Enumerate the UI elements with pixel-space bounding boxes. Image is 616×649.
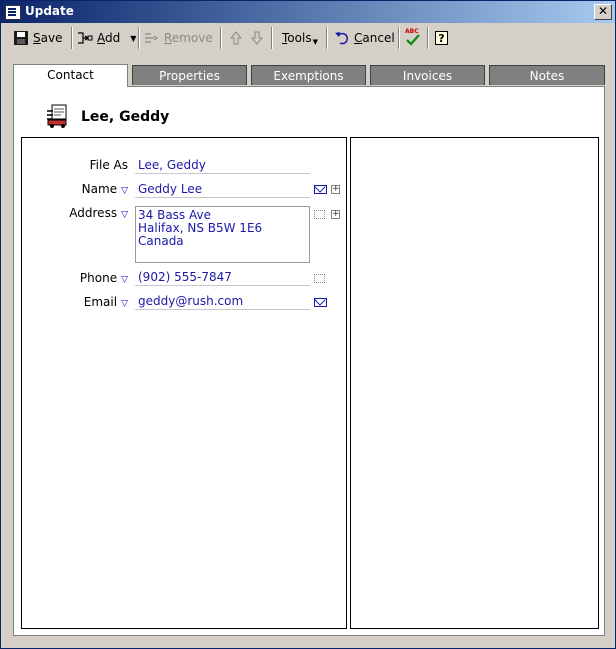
file-as-label: File As <box>89 158 128 172</box>
email-label[interactable]: Email ▽ <box>22 295 128 309</box>
arrow-up-icon <box>228 30 244 46</box>
tools-label: Tools <box>282 31 312 45</box>
address-line: Canada <box>138 234 184 248</box>
remove-label: Remove <box>164 31 213 45</box>
notes-preview-pane <box>350 137 599 629</box>
contact-display-name: Lee, Geddy <box>81 109 170 125</box>
cancel-button[interactable]: Cancel <box>334 27 395 49</box>
add-button[interactable]: Add ▼ <box>77 27 136 49</box>
toolbar-separator <box>71 27 73 49</box>
toolbar-separator <box>271 27 273 49</box>
tab-contact[interactable]: Contact <box>13 64 128 87</box>
tools-dropdown-arrow-icon: ▼ <box>312 38 318 46</box>
email-dropdown-arrow-icon[interactable]: ▽ <box>121 299 128 309</box>
name-dropdown-arrow-icon[interactable]: ▽ <box>121 186 128 196</box>
address-dropdown-arrow-icon[interactable]: ▽ <box>121 210 128 220</box>
phone-dropdown-arrow-icon[interactable]: ▽ <box>121 275 128 285</box>
move-up-button[interactable] <box>228 27 244 49</box>
arrow-down-icon <box>249 30 265 46</box>
name-label[interactable]: Name ▽ <box>22 182 128 196</box>
spell-check-button[interactable]: ABC <box>405 27 421 49</box>
address-label[interactable]: Address ▽ <box>22 206 128 220</box>
toolbar-separator <box>220 27 222 49</box>
remove-link-icon <box>144 30 160 46</box>
help-icon: ? <box>435 31 448 45</box>
add-dropdown-arrow-icon[interactable]: ▼ <box>130 34 136 43</box>
phone-label[interactable]: Phone ▽ <box>22 271 128 285</box>
envelope-icon[interactable] <box>314 185 327 194</box>
save-label: Save <box>33 31 63 45</box>
tab-exemptions[interactable]: Exemptions <box>251 65 366 85</box>
address-checkbox[interactable] <box>314 210 325 219</box>
tools-menu-button[interactable]: Tools ▼ <box>282 27 318 49</box>
tab-notes[interactable]: Notes <box>489 65 605 85</box>
spell-check-icon: ABC <box>405 28 421 46</box>
move-down-button[interactable] <box>249 27 265 49</box>
expand-plus-icon[interactable]: + <box>331 210 340 219</box>
envelope-icon[interactable] <box>314 298 327 307</box>
phone-field[interactable]: (902) 555-7847 <box>135 269 310 286</box>
help-button[interactable]: ? <box>435 27 448 49</box>
add-label: Add <box>97 31 121 45</box>
contact-details-pane: File As Lee, Geddy Name ▽ Geddy Lee + Add… <box>21 137 347 629</box>
cancel-label: Cancel <box>354 31 395 45</box>
toolbar: Save Add ▼ Remove Tools ▼ Cancel ABC ? <box>1 24 615 52</box>
floppy-disk-icon <box>13 30 29 46</box>
expand-plus-icon[interactable]: + <box>331 185 340 194</box>
window-title: Update <box>25 4 74 18</box>
tab-strip: Contact Properties Exemptions Invoices N… <box>13 64 605 87</box>
update-window: Update ✕ Save Add ▼ Remove Tools ▼ Cance… <box>0 0 616 649</box>
toolbar-separator <box>427 27 429 49</box>
toolbar-separator <box>398 27 400 49</box>
add-link-icon <box>77 30 93 46</box>
phone-checkbox[interactable] <box>314 274 325 283</box>
name-field[interactable]: Geddy Lee <box>135 181 310 198</box>
toolbar-separator <box>138 27 140 49</box>
save-button[interactable]: Save <box>13 27 62 49</box>
email-field[interactable]: geddy@rush.com <box>135 293 310 310</box>
address-field[interactable]: 34 Bass Ave Halifax, NS B5W 1E6 Canada <box>135 206 310 263</box>
contact-panel: Lee, Geddy File As Lee, Geddy Name ▽ Gedd… <box>13 86 605 636</box>
remove-button[interactable]: Remove <box>144 27 213 49</box>
title-bar[interactable]: Update ✕ <box>1 1 615 23</box>
toolbar-separator <box>326 27 328 49</box>
app-icon <box>5 5 21 20</box>
close-button[interactable]: ✕ <box>594 4 612 20</box>
tab-properties[interactable]: Properties <box>132 65 247 85</box>
undo-icon <box>334 30 350 46</box>
contact-card-icon <box>44 101 72 129</box>
tab-invoices[interactable]: Invoices <box>370 65 485 85</box>
file-as-field[interactable]: Lee, Geddy <box>135 157 310 174</box>
